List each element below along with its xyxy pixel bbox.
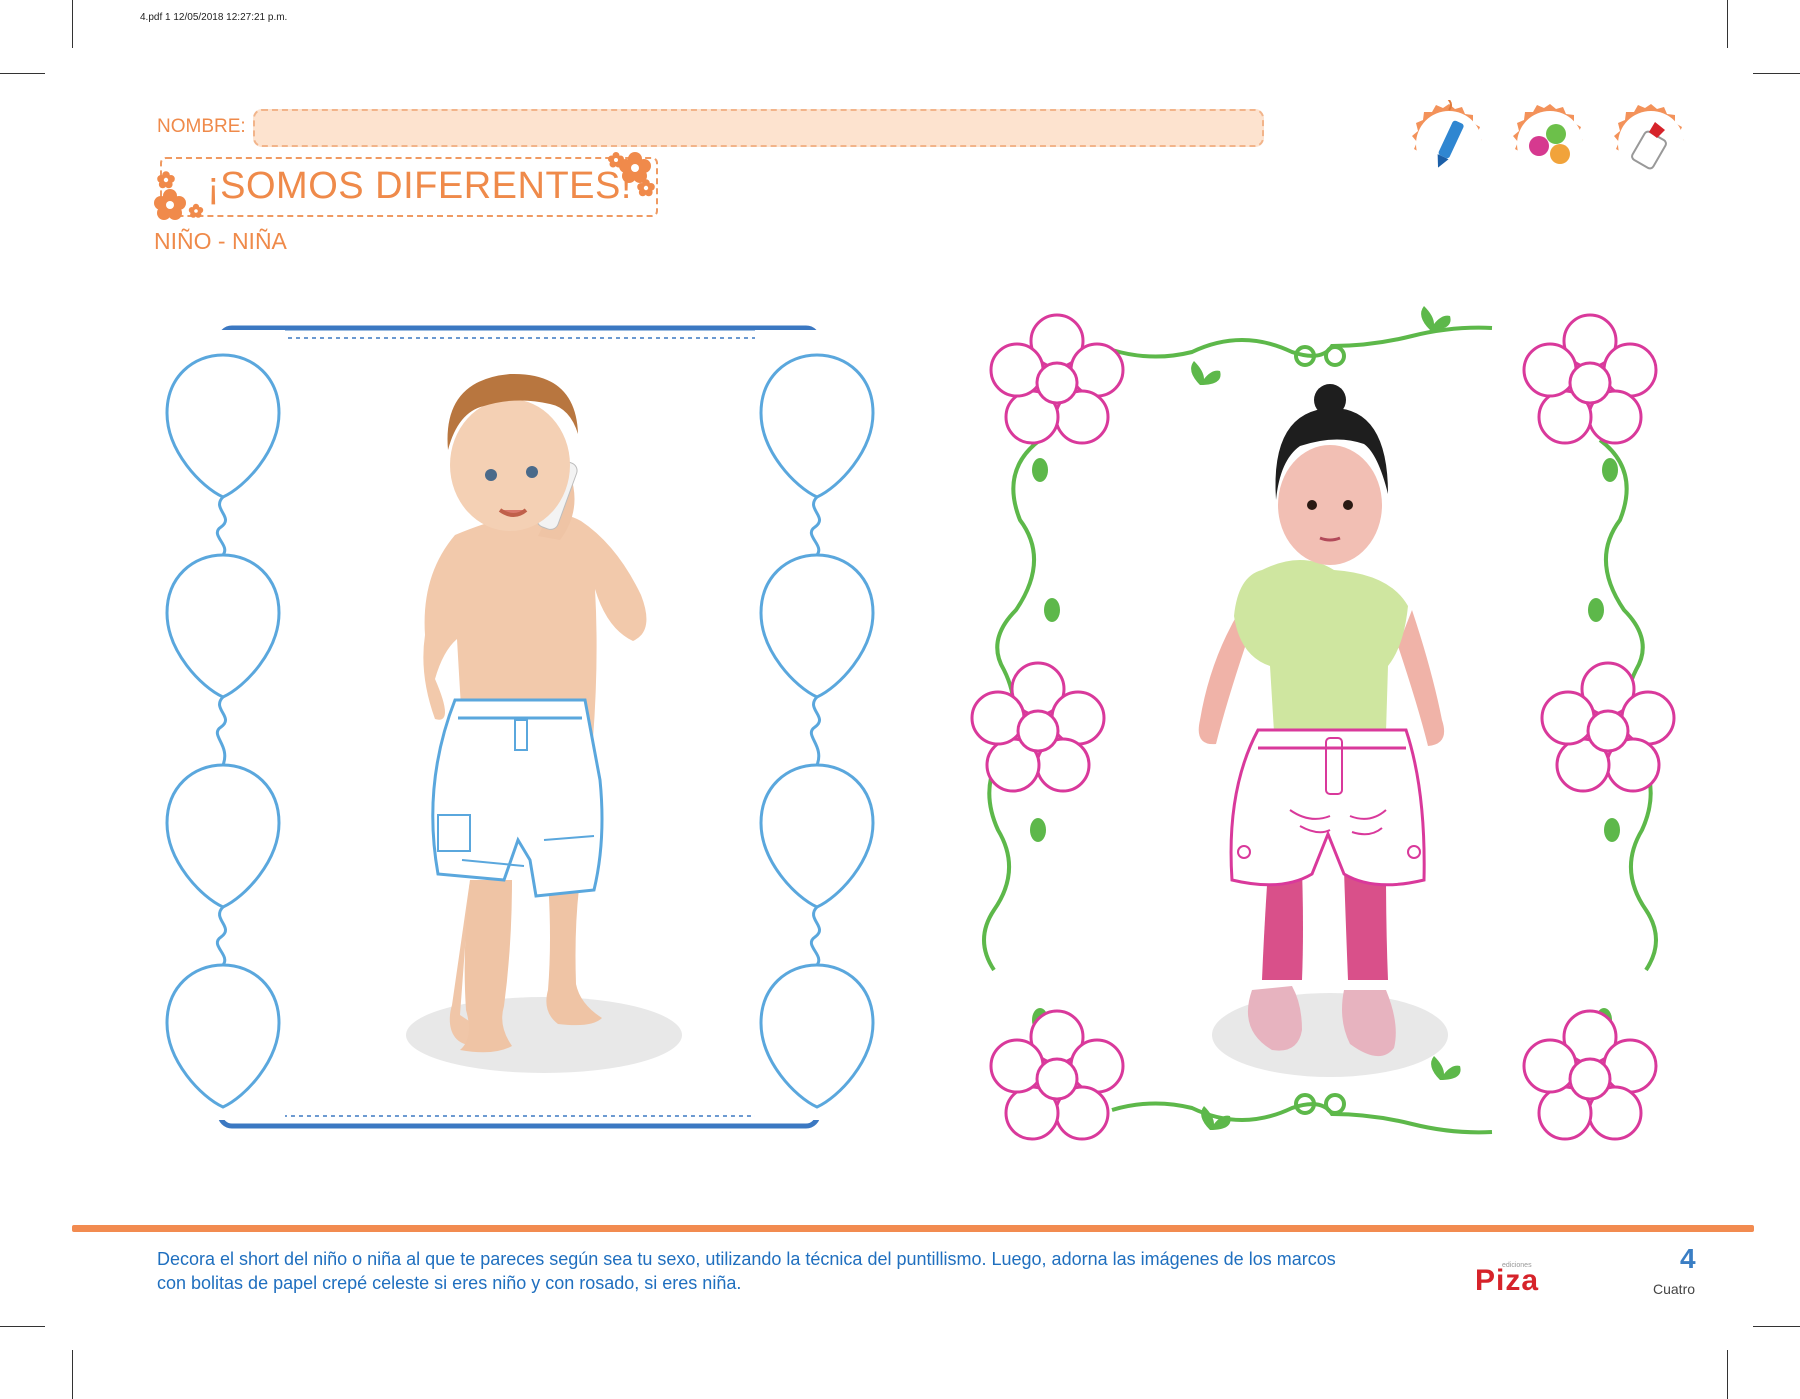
flower-icon — [1540, 661, 1676, 793]
crop-mark — [1753, 1326, 1800, 1327]
flower-icon — [970, 661, 1106, 793]
crop-mark — [1727, 1350, 1728, 1399]
girl-panel — [970, 306, 1676, 1141]
crop-mark — [72, 1350, 73, 1399]
leaf-icon — [1421, 306, 1451, 330]
instructions: Decora el short del niño o niña al que t… — [157, 1247, 1457, 1295]
instructions-line-1: Decora el short del niño o niña al que t… — [157, 1249, 1336, 1269]
flower-icon — [1522, 1009, 1658, 1141]
girl-figure — [1198, 384, 1445, 1057]
flower-icon — [989, 1009, 1125, 1141]
page-number: 4 — [1680, 1243, 1696, 1274]
flower-icon — [989, 313, 1125, 445]
crop-mark — [0, 1326, 45, 1327]
publisher-logo: Piza — [1475, 1264, 1540, 1297]
girl-shorts — [1229, 728, 1426, 887]
crop-mark — [1727, 0, 1728, 48]
leaf-icon — [1191, 361, 1221, 385]
crop-mark — [1753, 73, 1800, 74]
leaf-icon — [1431, 1056, 1461, 1080]
footer-divider — [72, 1225, 1754, 1232]
flower-icon — [1522, 313, 1658, 445]
instructions-line-2: con bolitas de papel crepé celeste si er… — [157, 1273, 742, 1293]
page-number-word: Cuatro — [1653, 1281, 1696, 1297]
